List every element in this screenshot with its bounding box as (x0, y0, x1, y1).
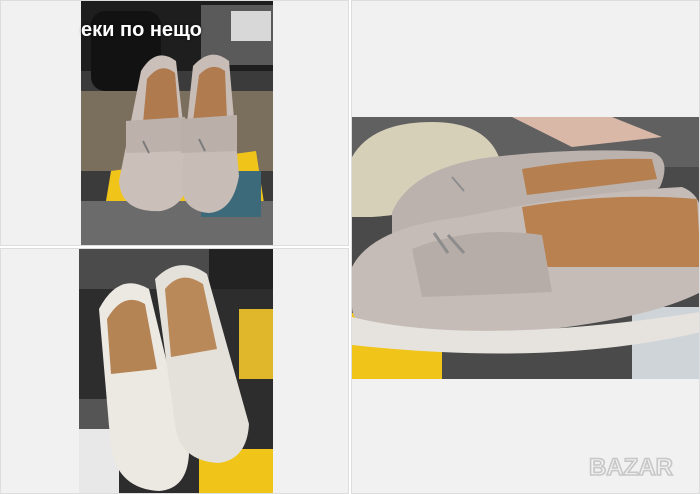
svg-text:BAZAR: BAZAR (589, 454, 673, 481)
gallery-tile-1[interactable]: еки по нещо (0, 0, 349, 246)
gallery-tile-main[interactable]: BAZAR (351, 0, 700, 494)
gallery-tile-2[interactable] (0, 248, 349, 494)
site-watermark: BAZAR (587, 449, 687, 483)
bazar-logo-icon: BAZAR (588, 453, 674, 482)
product-photo[interactable] (79, 249, 273, 493)
overlay-caption: еки по нещо (81, 19, 202, 41)
product-photo[interactable] (352, 117, 699, 379)
